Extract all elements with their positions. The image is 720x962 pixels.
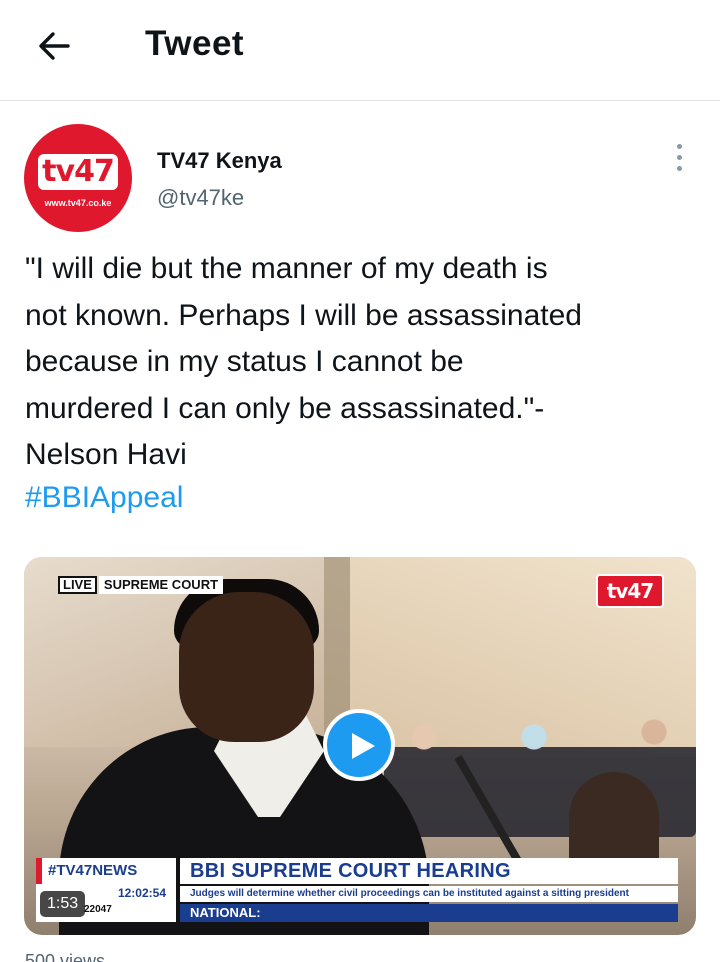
ticker-section: NATIONAL: xyxy=(180,904,678,922)
tweet-line: not known. Perhaps I will be assassinate… xyxy=(25,298,582,332)
page-title: Tweet xyxy=(145,24,245,63)
view-count: 500 views xyxy=(25,951,106,962)
ticker-tag: #TV47NEWS xyxy=(36,858,176,884)
back-button[interactable] xyxy=(34,26,78,66)
live-badge: LIVE SUPREME COURT xyxy=(58,576,224,594)
top-bar: Tweet xyxy=(0,0,720,101)
video-player[interactable]: LIVE SUPREME COURT tv47 #TV47NEWS 12:02:… xyxy=(24,557,696,935)
author-display-name[interactable]: TV47 Kenya xyxy=(157,148,282,174)
tweet-line: Nelson Havi xyxy=(25,438,187,471)
play-icon xyxy=(352,733,375,759)
avatar-url-text: www.tv47.co.ke xyxy=(44,198,112,208)
video-duration: 1:53 xyxy=(40,891,86,917)
ticker-number: 22047 xyxy=(84,904,112,915)
ticker-subheadline: Judges will determine whether civil proc… xyxy=(180,886,678,902)
ticker-time: 12:02:54 xyxy=(117,886,166,900)
more-dots-icon xyxy=(677,144,682,149)
tweet-line: "I will die but the manner of my death i… xyxy=(25,252,548,285)
ticker-headline: BBI SUPREME COURT HEARING xyxy=(180,858,678,884)
tv47-logo: tv47 xyxy=(38,154,118,190)
live-label: LIVE xyxy=(58,576,97,594)
arrow-left-icon xyxy=(39,32,70,60)
live-context: SUPREME COURT xyxy=(98,576,224,594)
tweet-line: murdered I can only be assassinated."- xyxy=(25,391,545,425)
author-handle[interactable]: @tv47ke xyxy=(157,185,244,211)
hashtag-link[interactable]: #BBIAppeal xyxy=(25,475,183,521)
more-options-button[interactable] xyxy=(664,138,694,178)
play-button[interactable] xyxy=(323,709,395,781)
tweet-text: "I will die but the manner of my death i… xyxy=(25,246,705,479)
avatar[interactable]: tv47 www.tv47.co.ke xyxy=(24,124,132,232)
tweet-line: because in my status I cannot be xyxy=(25,345,464,378)
channel-logo: tv47 xyxy=(596,574,664,608)
